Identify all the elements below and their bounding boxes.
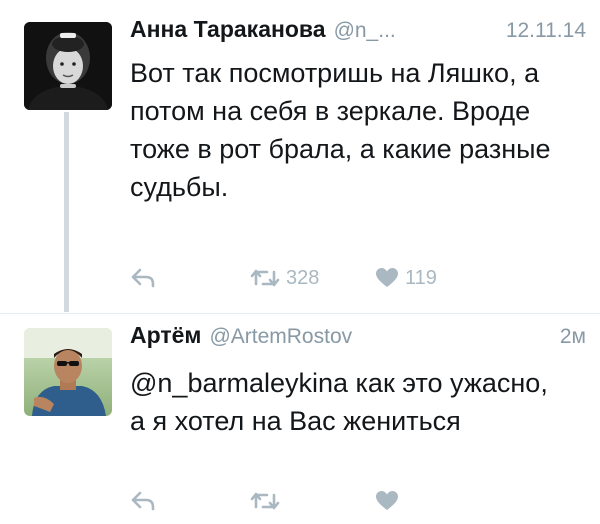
avatar-photo <box>24 328 112 416</box>
retweet-icon <box>250 492 280 510</box>
tweet-text: Вот так посмотришь на Ляшко, а потом на … <box>130 58 551 202</box>
heart-icon <box>376 491 398 510</box>
tweet-actions: 328 119 <box>130 263 475 293</box>
reply-button[interactable] <box>130 490 250 512</box>
author-handle[interactable]: @ArtemRostov <box>209 325 352 349</box>
like-button[interactable] <box>375 490 475 512</box>
reply-button[interactable] <box>130 267 250 289</box>
reply-icon <box>131 268 155 288</box>
retweet-button[interactable] <box>250 490 375 512</box>
retweet-icon <box>250 269 280 287</box>
reply-icon <box>131 491 155 511</box>
avatar[interactable] <box>24 22 112 110</box>
avatar-photo <box>24 22 112 110</box>
heart-icon <box>376 268 398 287</box>
tweet-timestamp[interactable]: 2м <box>560 325 586 349</box>
tweet-text: @n_barmaleykina как это ужасно, а я хоте… <box>130 368 548 436</box>
tweet-actions <box>130 486 475 516</box>
tweet-header: Артём @ArtemRostov 2м <box>130 322 586 356</box>
author-name[interactable]: Артём <box>130 322 201 349</box>
author-handle[interactable]: @n_... <box>334 19 396 43</box>
avatar[interactable] <box>24 328 112 416</box>
like-count: 119 <box>405 266 437 289</box>
tweet: Артём @ArtemRostov 2м @n_barmaleykina ка… <box>0 314 600 524</box>
author-name[interactable]: Анна Тараканова <box>130 16 326 43</box>
tweet: Анна Тараканова @n_... 12.11.14 Вот так … <box>0 0 600 312</box>
tweet-header: Анна Тараканова @n_... 12.11.14 <box>130 16 586 50</box>
retweet-count: 328 <box>286 266 320 289</box>
like-button[interactable]: 119 <box>375 267 475 290</box>
retweet-button[interactable]: 328 <box>250 267 375 290</box>
tweet-timestamp[interactable]: 12.11.14 <box>506 19 586 43</box>
